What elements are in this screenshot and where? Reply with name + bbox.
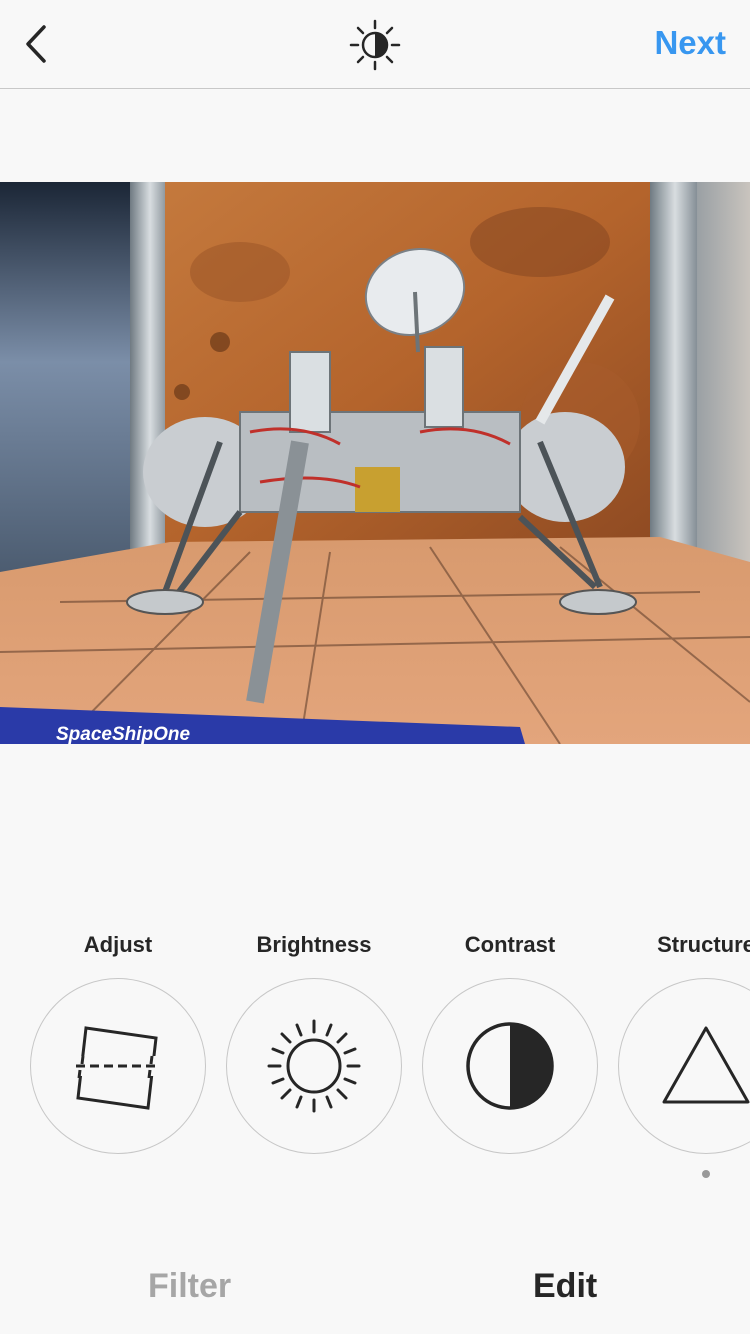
contrast-icon (466, 1022, 554, 1110)
lux-button[interactable] (348, 18, 402, 72)
photo-image: SpaceShipOne (0, 182, 750, 744)
edit-screen: Next SpaceShipOne Adjust Brightness Cont… (0, 0, 750, 1334)
bottom-tab-bar: Filter Edit (0, 1245, 750, 1334)
next-button[interactable]: Next (654, 24, 726, 62)
tool-brightness[interactable]: Brightness (226, 920, 402, 1154)
tab-filter[interactable]: Filter (148, 1267, 231, 1306)
lux-sun-icon (349, 19, 401, 71)
edit-tools-row: Adjust Brightness Contrast Structure (0, 920, 750, 1160)
tool-structure[interactable]: Structure (618, 920, 750, 1154)
photo-sign-text: SpaceShipOne (56, 724, 191, 744)
tool-structure-label: Structure (657, 932, 750, 957)
tool-brightness-button[interactable] (226, 978, 402, 1154)
scroll-indicator-dot (702, 1170, 710, 1178)
structure-icon (662, 1026, 750, 1104)
tab-edit[interactable]: Edit (533, 1267, 597, 1306)
chevron-left-icon (26, 25, 46, 63)
adjust-icon (74, 1026, 162, 1110)
tool-adjust-button[interactable] (30, 978, 206, 1154)
brightness-icon (267, 1019, 361, 1113)
tool-brightness-label: Brightness (256, 932, 372, 957)
photo-preview: SpaceShipOne (0, 182, 750, 744)
tool-structure-button[interactable] (618, 978, 750, 1154)
tool-adjust[interactable]: Adjust (30, 920, 206, 1154)
tool-contrast-label: Contrast (464, 932, 556, 957)
tool-adjust-label: Adjust (83, 932, 153, 957)
top-nav-bar: Next (0, 0, 750, 89)
tool-contrast-button[interactable] (422, 978, 598, 1154)
back-button[interactable] (18, 18, 58, 70)
tool-contrast[interactable]: Contrast (422, 920, 598, 1154)
